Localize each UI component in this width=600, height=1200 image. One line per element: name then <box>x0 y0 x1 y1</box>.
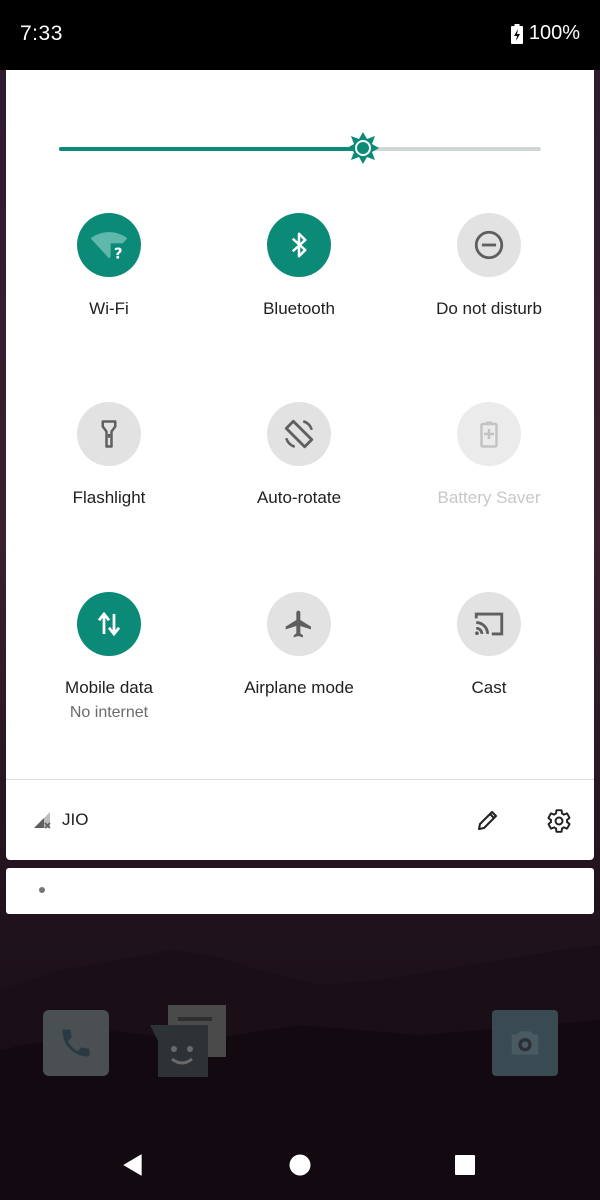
gear-icon[interactable] <box>546 808 572 834</box>
camera-app[interactable] <box>492 1010 558 1076</box>
tile-mobile-data-status: No internet <box>69 704 149 721</box>
tile-auto-rotate-button[interactable] <box>267 402 331 466</box>
cast-icon <box>474 612 504 636</box>
carrier-name: JIO <box>62 810 89 829</box>
quick-settings-panel: ? Wi-Fi Bluetooth Do not disturb Flashli… <box>6 70 594 860</box>
tile-flashlight-label: Flashlight <box>72 488 146 507</box>
notification-overflow-dot <box>39 887 45 893</box>
mobile-data-icon <box>97 611 121 637</box>
tile-cast-label: Cast <box>471 678 507 697</box>
tile-mobile-data[interactable]: Mobile data No internet <box>14 592 204 722</box>
bluetooth-icon <box>291 232 307 258</box>
brightness-thumb-icon[interactable] <box>346 131 380 165</box>
tile-cast[interactable]: Cast <box>394 592 584 698</box>
tile-battery-saver-label: Battery Saver <box>437 488 541 507</box>
tile-flashlight[interactable]: Flashlight <box>14 402 204 508</box>
tile-wifi-label: Wi-Fi <box>89 299 129 318</box>
navigation-bar <box>0 1130 600 1200</box>
back-icon[interactable] <box>120 1152 146 1178</box>
recents-icon[interactable] <box>454 1154 476 1176</box>
tile-wifi-button[interactable]: ? <box>77 213 141 277</box>
tile-airplane-label: Airplane mode <box>244 678 354 697</box>
wifi-question-icon: ? <box>90 232 128 262</box>
do-not-disturb-icon <box>474 230 504 260</box>
tile-battery-saver[interactable]: Battery Saver <box>394 402 584 508</box>
tile-auto-rotate-label: Auto-rotate <box>256 488 342 507</box>
notification-shelf[interactable] <box>6 868 594 914</box>
phone-app[interactable] <box>43 1010 109 1076</box>
battery-charging-icon <box>510 23 523 44</box>
airplane-icon <box>285 610 311 638</box>
tile-mobile-data-button[interactable] <box>77 592 141 656</box>
tile-do-not-disturb[interactable]: Do not disturb <box>394 213 584 319</box>
tile-bluetooth-button[interactable] <box>267 213 331 277</box>
tile-wifi[interactable]: ? Wi-Fi <box>14 213 204 319</box>
camera-icon <box>511 1031 539 1055</box>
tile-mobile-data-label: Mobile data <box>65 678 153 697</box>
brightness-slider-fill <box>59 147 363 151</box>
flashlight-icon <box>101 420 117 448</box>
signal-no-service-icon <box>34 812 51 829</box>
tile-dnd-label: Do not disturb <box>436 299 542 318</box>
tile-auto-rotate[interactable]: Auto-rotate <box>204 402 394 508</box>
tile-airplane-button[interactable] <box>267 592 331 656</box>
status-bar: 7:33 100% <box>0 0 600 70</box>
tile-flashlight-button[interactable] <box>77 402 141 466</box>
auto-rotate-icon <box>284 419 314 449</box>
tile-dnd-button[interactable] <box>457 213 521 277</box>
battery-indicator: 100% <box>510 22 580 45</box>
battery-percent: 100% <box>528 22 580 44</box>
svg-text:?: ? <box>114 244 123 262</box>
tile-cast-button[interactable] <box>457 592 521 656</box>
messages-icon <box>150 1005 226 1077</box>
status-time: 7:33 <box>20 22 63 45</box>
tile-bluetooth-label: Bluetooth <box>263 299 335 318</box>
phone-icon <box>62 1029 90 1057</box>
panel-divider <box>6 779 594 780</box>
network-info[interactable]: JIO <box>32 810 88 830</box>
pencil-icon[interactable] <box>476 808 500 832</box>
brightness-slider[interactable] <box>59 132 541 164</box>
messages-app[interactable] <box>150 1005 230 1080</box>
home-icon[interactable] <box>288 1153 312 1177</box>
tile-airplane-mode[interactable]: Airplane mode <box>204 592 394 698</box>
battery-saver-icon <box>480 421 498 448</box>
tile-battery-saver-button[interactable] <box>457 402 521 466</box>
tile-bluetooth[interactable]: Bluetooth <box>204 213 394 319</box>
